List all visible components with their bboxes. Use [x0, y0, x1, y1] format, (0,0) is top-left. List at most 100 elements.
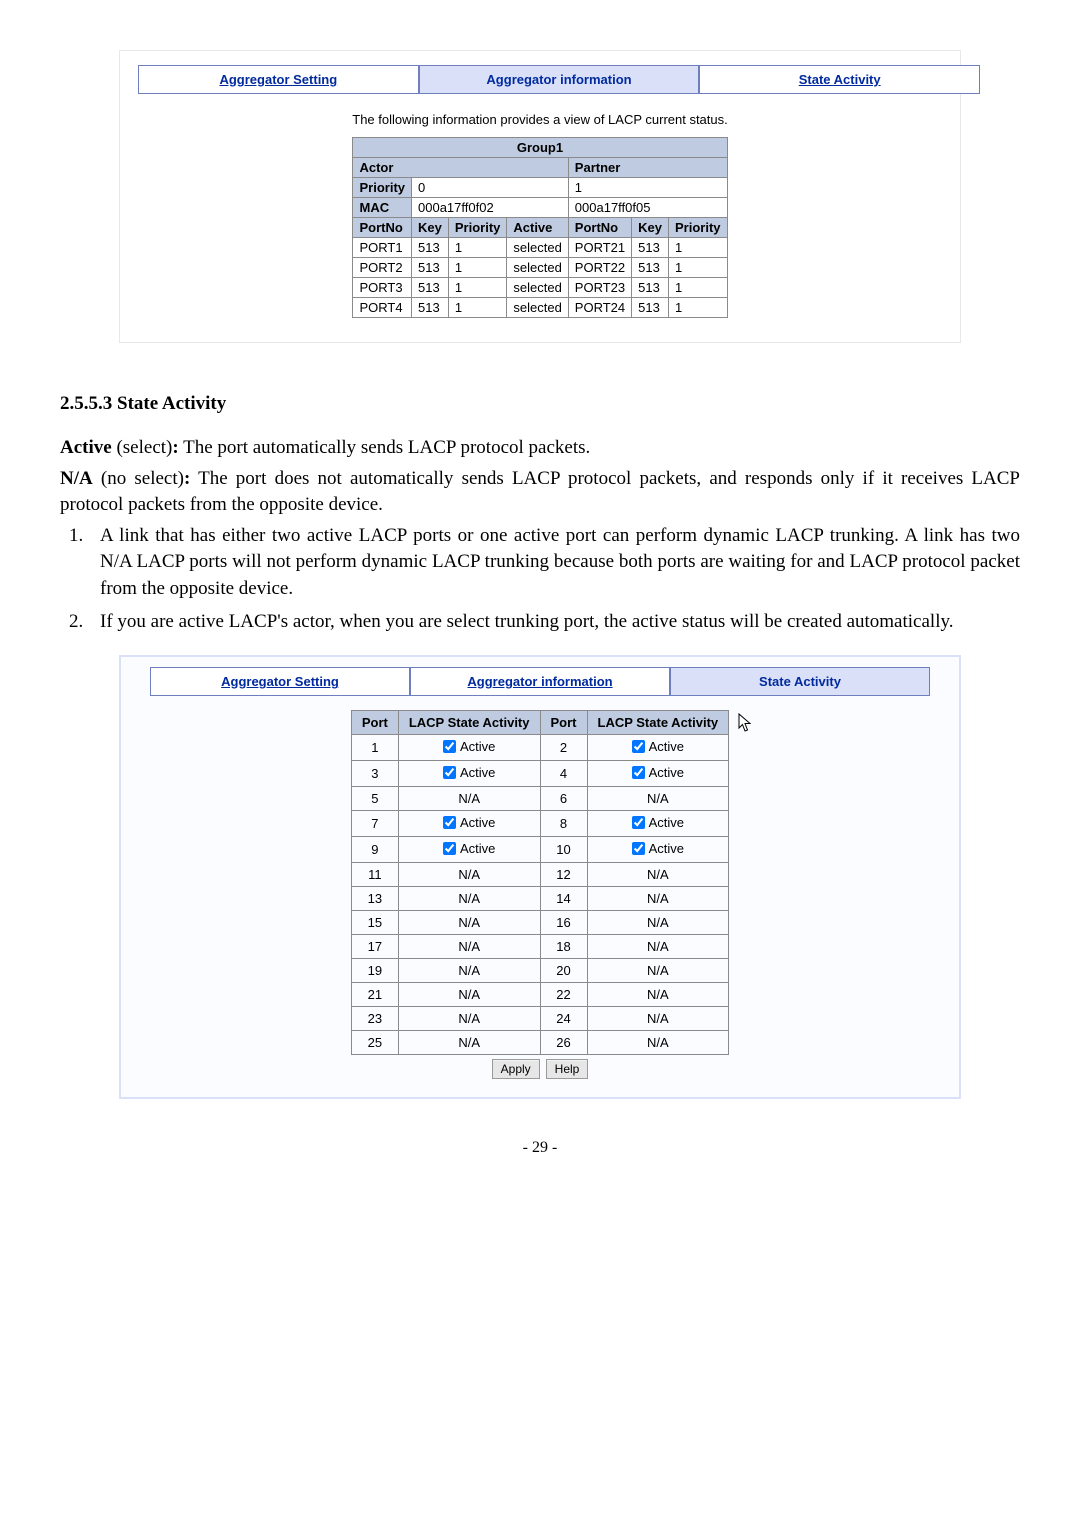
table-cell: selected [507, 278, 568, 298]
col-key-a: Key [412, 218, 449, 238]
active-label: Active [460, 815, 495, 830]
tab-aggregator-setting-2[interactable]: Aggregator Setting [150, 667, 410, 696]
table-cell: 1 [669, 258, 728, 278]
port-cell: 23 [351, 1007, 398, 1031]
partner-label: Partner [568, 158, 727, 178]
active-checkbox[interactable] [443, 842, 456, 855]
port-cell: 5 [351, 787, 398, 811]
activity-cell: Active [398, 811, 540, 837]
table-cell: 513 [632, 258, 669, 278]
col-key-p: Key [632, 218, 669, 238]
port-cell: 3 [351, 761, 398, 787]
activity-cell: N/A [587, 1007, 729, 1031]
priority-actor: 0 [412, 178, 569, 198]
tab-state-activity-2[interactable]: State Activity [670, 667, 930, 696]
activity-cell: N/A [398, 787, 540, 811]
table-cell: PORT23 [568, 278, 631, 298]
tabbar-1: Aggregator Setting Aggregator informatio… [138, 65, 980, 94]
active-checkbox[interactable] [632, 740, 645, 753]
table-cell: 513 [632, 238, 669, 258]
port-cell: 13 [351, 887, 398, 911]
para-na: N/A (no select): The port does not autom… [60, 466, 1020, 519]
mac-partner: 000a17ff0f05 [568, 198, 727, 218]
tab-aggregator-setting[interactable]: Aggregator Setting [138, 65, 419, 94]
tabbar-2: Aggregator Setting Aggregator informatio… [150, 667, 930, 696]
active-label: Active [649, 841, 684, 856]
port-cell: 12 [540, 863, 587, 887]
group1-table: Group1 Actor Partner Priority 0 1 MAC 00… [352, 137, 727, 318]
port-cell: 14 [540, 887, 587, 911]
port-cell: 17 [351, 935, 398, 959]
port-cell: 6 [540, 787, 587, 811]
table-cell: PORT2 [353, 258, 412, 278]
help-button[interactable]: Help [546, 1059, 589, 1079]
activity-cell: N/A [398, 983, 540, 1007]
screenshot-aggregator-info: Aggregator Setting Aggregator informatio… [60, 40, 1020, 353]
actor-label: Actor [353, 158, 568, 178]
active-checkbox[interactable] [443, 816, 456, 829]
note-2: If you are active LACP's actor, when you… [88, 609, 1020, 636]
priority-label: Priority [353, 178, 412, 198]
activity-cell: N/A [398, 1031, 540, 1055]
table-cell: PORT22 [568, 258, 631, 278]
table-cell: PORT21 [568, 238, 631, 258]
port-cell: 9 [351, 837, 398, 863]
table-cell: 513 [412, 258, 449, 278]
port-cell: 16 [540, 911, 587, 935]
cursor-icon [737, 712, 755, 739]
tab-aggregator-information[interactable]: Aggregator information [419, 65, 700, 94]
activity-cell: N/A [398, 959, 540, 983]
active-checkbox[interactable] [632, 842, 645, 855]
port-cell: 10 [540, 837, 587, 863]
activity-cell: N/A [587, 935, 729, 959]
col-active-a: Active [507, 218, 568, 238]
priority-partner: 1 [568, 178, 727, 198]
table-cell: selected [507, 258, 568, 278]
activity-cell: N/A [587, 863, 729, 887]
para-active: Active (select): The port automatically … [60, 435, 1020, 462]
active-checkbox[interactable] [632, 766, 645, 779]
col-priority-a: Priority [448, 218, 507, 238]
port-cell: 20 [540, 959, 587, 983]
col-portno-p: PortNo [568, 218, 631, 238]
table-cell: PORT24 [568, 298, 631, 318]
table-cell: PORT1 [353, 238, 412, 258]
activity-cell: N/A [398, 887, 540, 911]
col-port-1: Port [351, 711, 398, 735]
table-cell: 1 [448, 278, 507, 298]
table-cell: 1 [448, 238, 507, 258]
port-cell: 7 [351, 811, 398, 837]
active-checkbox[interactable] [443, 740, 456, 753]
activity-table: Port LACP State Activity Port LACP State… [351, 710, 729, 1055]
activity-cell: N/A [587, 887, 729, 911]
active-label: Active [460, 841, 495, 856]
apply-button[interactable]: Apply [492, 1059, 540, 1079]
port-cell: 2 [540, 735, 587, 761]
port-cell: 18 [540, 935, 587, 959]
tab-state-activity[interactable]: State Activity [699, 65, 980, 94]
table-cell: 513 [632, 298, 669, 318]
active-checkbox[interactable] [443, 766, 456, 779]
mac-actor: 000a17ff0f02 [412, 198, 569, 218]
tab-aggregator-information-2[interactable]: Aggregator information [410, 667, 670, 696]
activity-cell: Active [587, 735, 729, 761]
activity-cell: Active [587, 761, 729, 787]
port-cell: 8 [540, 811, 587, 837]
para-na-text: The port does not automatically sends LA… [60, 468, 1020, 516]
port-cell: 24 [540, 1007, 587, 1031]
active-checkbox[interactable] [632, 816, 645, 829]
para-na-label: N/A [60, 468, 93, 489]
activity-cell: Active [398, 735, 540, 761]
table-cell: 513 [632, 278, 669, 298]
caption-text: The following information provides a vie… [138, 112, 942, 127]
port-cell: 15 [351, 911, 398, 935]
group-header: Group1 [353, 138, 727, 158]
active-label: Active [460, 739, 495, 754]
table-cell: 1 [669, 298, 728, 318]
para-na-suffix: (no select) [93, 468, 184, 489]
port-cell: 22 [540, 983, 587, 1007]
active-label: Active [460, 765, 495, 780]
activity-cell: Active [587, 811, 729, 837]
table-cell: 1 [669, 238, 728, 258]
port-cell: 11 [351, 863, 398, 887]
